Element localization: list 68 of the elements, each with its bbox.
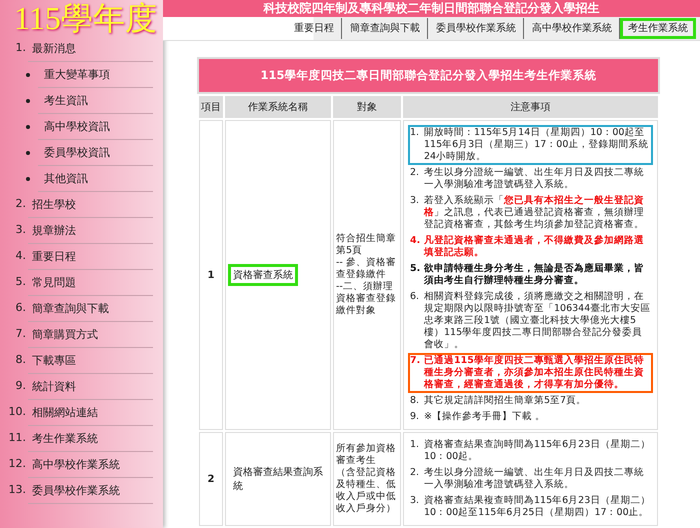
target-text: （含登記資格及特種生、低收入戶或中低收入戶身分）: [336, 467, 397, 515]
note-text: 其它規定請詳閱招生簡章第5至7頁。: [424, 395, 588, 407]
nav-link[interactable]: 簡章查詢與下載: [342, 18, 428, 39]
submenu-link[interactable]: 委員學校資訊: [44, 145, 110, 160]
menu-link[interactable]: 8. 下載專區: [4, 353, 76, 368]
note-number: 3.: [410, 195, 420, 208]
note-text: ※【操作參考手冊】下載 。: [424, 411, 546, 423]
menu-link[interactable]: 3. 規章辦法: [4, 223, 76, 238]
note-number: 2.: [410, 167, 420, 180]
site-logo: 115學年度: [13, 0, 158, 36]
note-number: 4.: [410, 235, 422, 248]
bullet-icon: [26, 98, 30, 102]
submenu-link[interactable]: 高中學校資訊: [44, 119, 110, 134]
table-cell: 1: [199, 120, 223, 430]
menu-link[interactable]: 9. 統計資料: [4, 379, 76, 394]
bullet-icon: [26, 72, 30, 76]
system-name: 資格審查結果查詢系統: [232, 466, 324, 494]
nav-link[interactable]: 委員學校作業系統: [428, 18, 524, 39]
banner-title: 科技校院四年制及專科學校二年制日間部聯合登記分發入學招生: [264, 0, 600, 16]
note-number: 9.: [410, 411, 420, 423]
menu-link[interactable]: 5. 常見問題: [4, 275, 76, 290]
note-text: 資格審查結果查詢時間為115年6月23日（星期二）10：00起。: [424, 439, 651, 463]
target-text: --二、須辦理資格審查登錄繳件對象: [336, 281, 397, 317]
note-number: 2.: [410, 467, 420, 480]
note-text: 考生以身分證統一編號、出生年月日及四技二專統一入學測驗准考證號碼登入系統。: [424, 467, 645, 491]
menu-link[interactable]: 10. 相關網站連結: [4, 405, 98, 420]
note-number: 1.: [410, 127, 420, 140]
submenu-link[interactable]: 考生資訊: [44, 93, 88, 108]
bullet-icon: [26, 124, 30, 128]
bullet-icon: [26, 150, 30, 154]
menu-link[interactable]: 2. 招生學校: [4, 197, 76, 212]
note-text: 資格審查結果複查時間為115年6月23日（星期二）10：00起至115年6月25日（星期四）17：00止。: [424, 495, 651, 519]
table-title: 115學年度四技二專日間部聯合登記分發入學招生考生作業系統: [197, 57, 660, 94]
table-cell: 2: [199, 432, 223, 526]
menu-link[interactable]: 4. 重要日程: [4, 249, 76, 264]
nav-link[interactable]: 考生作業系統: [620, 18, 696, 39]
menu-link[interactable]: 6. 簡章查詢與下載: [4, 301, 109, 316]
menu-link[interactable]: 12. 高中學校作業系統: [4, 457, 120, 472]
column-header: 注意事項: [403, 96, 658, 118]
note-text: 凡登記資格審查未通過者，不得繳費及參加網路選填登記志願。: [424, 235, 645, 259]
note-number: 7.: [410, 355, 422, 368]
note-text: 相關資料登錄完成後，須將應繳交之相關證明，在規定期限內以限時掛號寄至「106344臺北市大安區忠孝東路三段1號（國立臺北科技大學億光大樓5樓）115學年度四技二專日間部聯合登記分發委員會收」。: [424, 291, 651, 351]
note-text: 已通過115學年度四技二專甄選入學招生原住民特種生身分審查者，亦須參加本招生原住民特種生資格審查，經審查通過後，才得享有加分優待。: [424, 355, 645, 391]
note-text: 若登入系統顯示「您已具有本招生之一般生登記資格」之訊息，代表已通過登記資格審查，無須辦理登記資格審查，其餘考生均須參加登記資格審查。: [424, 195, 645, 231]
target-text: -- 參、資格審查登錄繳件: [336, 257, 397, 281]
note-number: 3.: [410, 495, 420, 508]
target-text: 符合招生簡章第5頁: [336, 233, 397, 257]
column-header: 項目: [199, 96, 223, 118]
column-header: 作業系統名稱: [225, 96, 331, 118]
nav-link[interactable]: 重要日程: [286, 18, 342, 39]
menu-link[interactable]: 13. 委員學校作業系統: [4, 483, 120, 498]
note-number: 6.: [410, 291, 420, 304]
submenu-link[interactable]: 其他資訊: [44, 171, 88, 186]
submenu-link[interactable]: 重大變革事項: [44, 67, 110, 82]
menu-link[interactable]: 7. 簡章購買方式: [4, 327, 98, 342]
nav-link[interactable]: 高中學校作業系統: [524, 18, 620, 39]
system-name: 資格審查系統: [228, 264, 298, 286]
note-text: 欲申請特種生身分考生，無論是否為應屆畢業，皆須由考生自行辦理特種生身分審查。: [424, 263, 645, 287]
menu-link[interactable]: 11. 考生作業系統: [4, 431, 98, 446]
note-text: 考生以身分證統一編號、出生年月日及四技二專統一入學測驗准考證號碼登入系統。: [424, 167, 645, 191]
bullet-icon: [26, 176, 30, 180]
menu-link[interactable]: 1. 最新消息: [4, 41, 76, 56]
column-header: 對象: [333, 96, 401, 118]
note-number: 8.: [410, 395, 420, 407]
note-number: 5.: [410, 263, 422, 276]
note-text: 開放時間：115年5月14日（星期四）10：00起至115年6月3日（星期三）17：00止，登錄期間系統24小時開放。: [424, 127, 650, 163]
target-text: 所有參加資格審查考生: [336, 443, 397, 467]
note-number: 1.: [410, 439, 420, 452]
